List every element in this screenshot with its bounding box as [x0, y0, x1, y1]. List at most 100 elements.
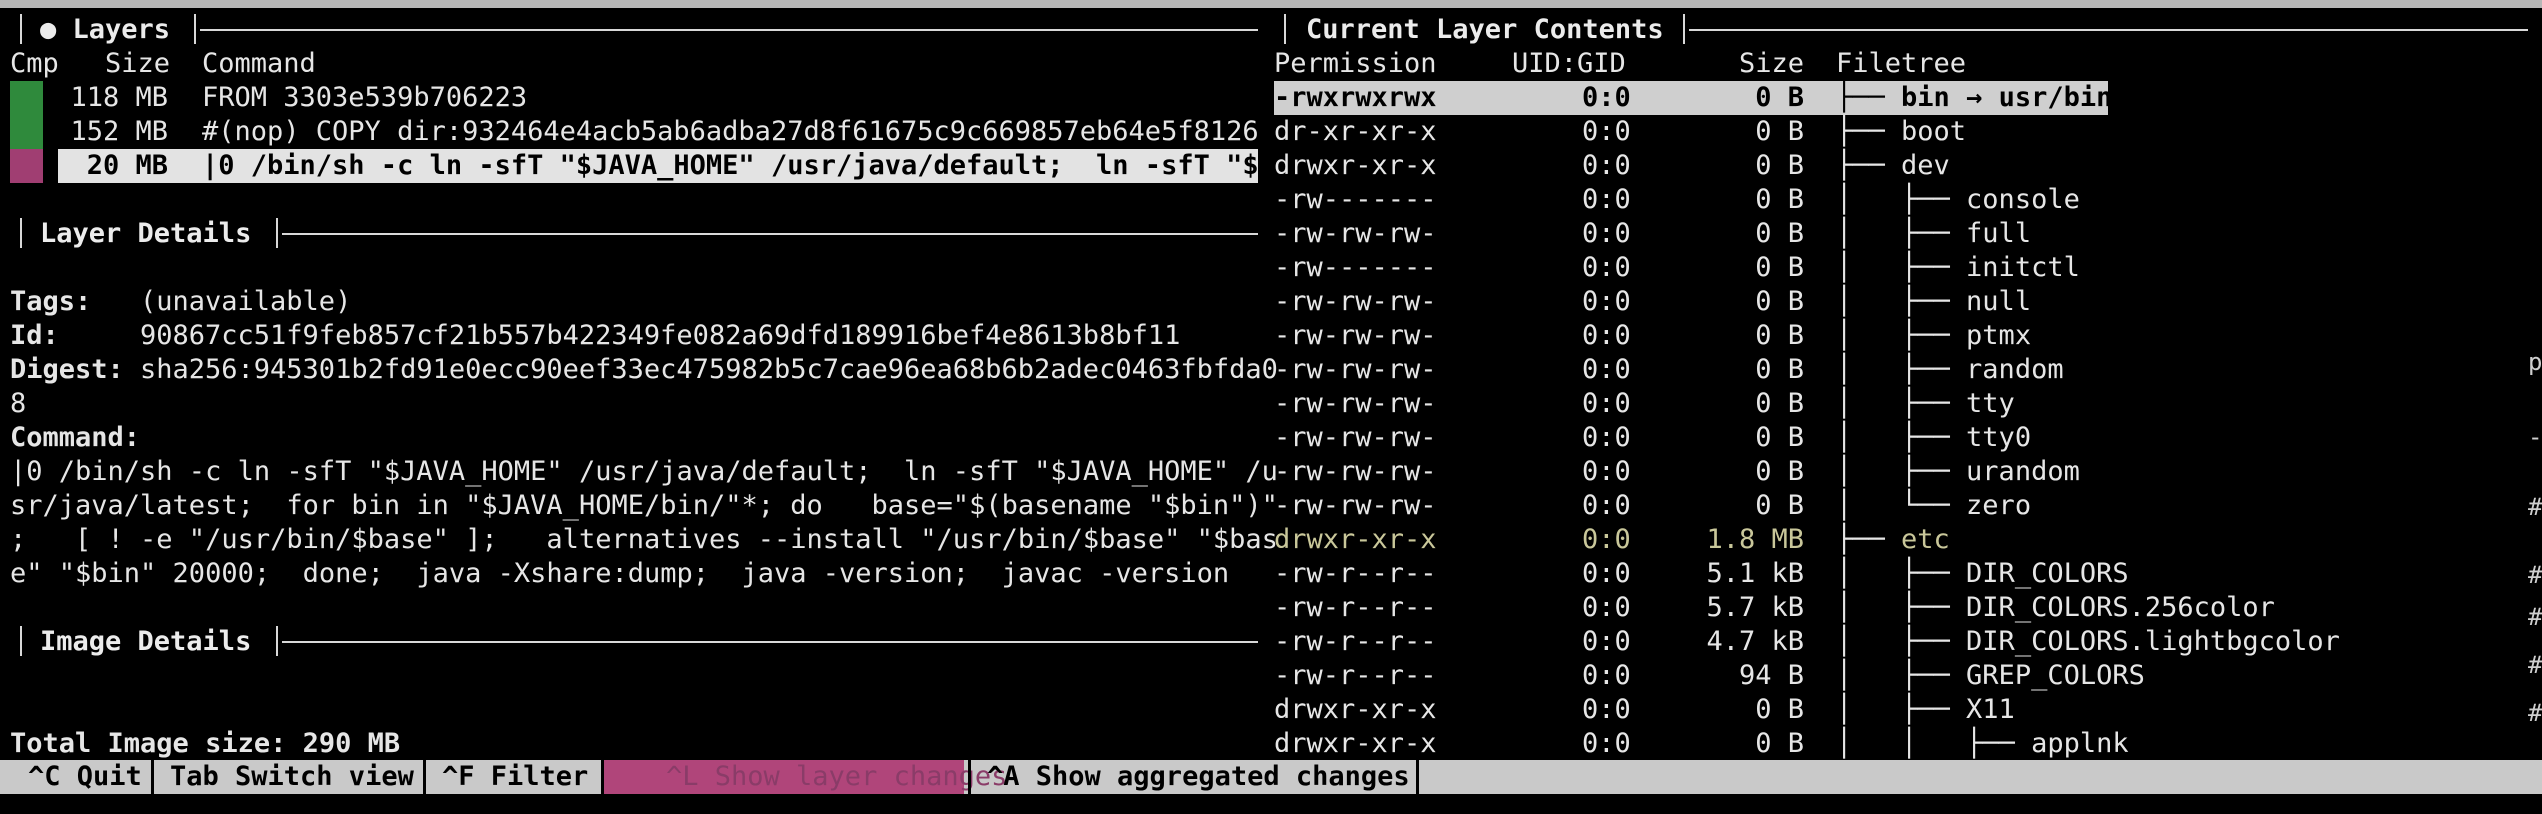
show-layer-changes-keybinding[interactable]: ^L Show layer changes — [604, 760, 1007, 794]
layers-title: ● Layers — [40, 14, 171, 45]
file-name: zero — [1966, 490, 2032, 521]
window-top-edge — [0, 0, 2542, 8]
file-row[interactable]: dr-xr-xr-x 0:0 0 B ├── boot — [0, 115, 2530, 149]
contents-title-left-bar — [1284, 14, 1286, 44]
file-row[interactable]: -rw-r--r-- 0:0 5.1 kB │ ├── DIR_COLORS — [0, 557, 2530, 591]
edge-char: # — [2528, 603, 2542, 631]
file-row[interactable]: -rw-r--r-- 0:0 5.7 kB │ ├── DIR_COLORS.256c… — [0, 591, 2530, 625]
file-row[interactable]: -rw------- 0:0 0 B │ ├── console — [0, 183, 2530, 217]
file-permission: -rw-rw-rw- — [1274, 490, 1437, 521]
file-permission: -rw-rw-rw- — [1274, 320, 1437, 351]
file-tree-entry: ├── dev — [1836, 149, 1950, 183]
file-permission: -rw-rw-rw- — [1274, 354, 1437, 385]
file-size: 4.7 kB — [1706, 626, 1804, 657]
file-name: ptmx — [1966, 320, 2032, 351]
contents-header-filetree: Filetree — [1836, 48, 1967, 79]
file-permission: drwxr-xr-x — [1274, 150, 1437, 181]
switch-view-keybinding[interactable]: Tab Switch view — [154, 760, 424, 794]
file-row[interactable]: -rw-r--r-- 0:0 94 B │ ├── GREP_COLORS — [0, 659, 2530, 693]
file-row[interactable]: -rw-rw-rw- 0:0 0 B │ ├── tty — [0, 387, 2530, 421]
layers-header-command: Command — [202, 48, 316, 79]
layers-header-size: Size — [105, 48, 171, 79]
file-row[interactable]: drwxr-xr-x 0:0 0 B │ ├── X11 — [0, 693, 2530, 727]
tree-guide: │ ├── — [1836, 218, 1967, 249]
file-size: 5.7 kB — [1706, 592, 1804, 623]
file-size: 0 B — [1755, 82, 1804, 113]
tree-guide: │ ├── — [1836, 422, 1967, 453]
file-uid-gid: 0:0 — [1582, 354, 1631, 385]
tree-guide: │ ├── — [1836, 626, 1967, 657]
file-tree-entry: │ ├── ptmx — [1836, 319, 2031, 353]
edge-char: # — [2528, 561, 2542, 589]
file-size: 0 B — [1755, 388, 1804, 419]
file-row[interactable]: -rw-rw-rw- 0:0 0 B │ ├── tty0 — [0, 421, 2530, 455]
file-row[interactable]: -rw-rw-rw- 0:0 0 B │ └── zero — [0, 489, 2530, 523]
file-tree-entry: │ ├── full — [1836, 217, 2031, 251]
file-row[interactable]: drwxr-xr-x 0:0 0 B │ │ ├── applnk — [0, 727, 2530, 761]
tree-guide: ├── — [1836, 82, 1902, 113]
file-size: 0 B — [1755, 116, 1804, 147]
file-size: 94 B — [1738, 660, 1804, 691]
file-row[interactable]: drwxr-xr-x 0:0 0 B ├── dev — [0, 149, 2530, 183]
file-uid-gid: 0:0 — [1582, 218, 1631, 249]
file-tree-entry: │ ├── initctl — [1836, 251, 2080, 285]
file-row[interactable]: -rw-r--r-- 0:0 4.7 kB │ ├── DIR_COLORS.ligh… — [0, 625, 2530, 659]
file-uid-gid: 0:0 — [1582, 320, 1631, 351]
file-row[interactable]: drwxr-xr-x 0:0 1.8 MB ├── etc — [0, 523, 2530, 557]
contents-header-permission: Permission — [1274, 48, 1437, 79]
file-name: DIR_COLORS.lightbgcolor — [1966, 626, 2340, 657]
tree-guide: │ ├── — [1836, 660, 1967, 691]
file-name: console — [1966, 184, 2080, 215]
tree-guide: │ ├── — [1836, 388, 1967, 419]
file-permission: -rw-rw-rw- — [1274, 422, 1437, 453]
file-tree-entry: │ ├── DIR_COLORS — [1836, 557, 2129, 591]
file-uid-gid: 0:0 — [1582, 592, 1631, 623]
file-uid-gid: 0:0 — [1582, 490, 1631, 521]
file-size: 0 B — [1755, 694, 1804, 725]
show-aggregated-changes-keybinding[interactable]: ^A Show aggregated changes — [971, 760, 1422, 794]
file-size: 0 B — [1755, 490, 1804, 521]
file-row[interactable]: -rw------- 0:0 0 B │ ├── initctl — [0, 251, 2530, 285]
contents-title-rule — [1689, 29, 2528, 31]
file-row[interactable]: -rw-rw-rw- 0:0 0 B │ ├── null — [0, 285, 2530, 319]
tree-guide: │ ├── — [1836, 354, 1967, 385]
file-permission: drwxr-xr-x — [1274, 694, 1437, 725]
file-row[interactable]: -rw-rw-rw- 0:0 0 B │ ├── urandom — [0, 455, 2530, 489]
file-size: 0 B — [1755, 150, 1804, 181]
tree-guide: │ │ ├── — [1836, 728, 2032, 759]
file-name: boot — [1901, 116, 1967, 147]
file-tree-entry: │ ├── tty0 — [1836, 421, 2031, 455]
tree-guide: ├── — [1836, 524, 1902, 555]
file-name: etc — [1901, 524, 1950, 555]
file-permission: -rw-rw-rw- — [1274, 286, 1437, 317]
layers-header-cmp: Cmp — [10, 48, 59, 79]
file-row[interactable]: -rwxrwxrwx 0:0 0 B ├── bin → usr/bin — [0, 81, 2530, 115]
edge-char: - — [2528, 423, 2542, 451]
file-size: 0 B — [1755, 728, 1804, 759]
file-tree-entry: │ ├── GREP_COLORS — [1836, 659, 2145, 693]
file-uid-gid: 0:0 — [1582, 252, 1631, 283]
tree-guide: │ ├── — [1836, 252, 1967, 283]
file-tree-entry: │ ├── tty — [1836, 387, 2015, 421]
contents-title-right-bar — [1683, 14, 1685, 44]
file-row[interactable]: -rw-rw-rw- 0:0 0 B │ ├── random — [0, 353, 2530, 387]
layers-title-right-bar — [194, 14, 196, 44]
edge-char: p — [2528, 348, 2542, 376]
tree-guide: │ ├── — [1836, 456, 1967, 487]
tree-guide: │ ├── — [1836, 694, 1967, 725]
file-uid-gid: 0:0 — [1582, 184, 1631, 215]
file-name: full — [1966, 218, 2032, 249]
file-tree-entry: │ └── zero — [1836, 489, 2031, 523]
quit-keybinding[interactable]: ^C Quit — [14, 760, 154, 794]
file-name: initctl — [1966, 252, 2080, 283]
file-name: random — [1966, 354, 2064, 385]
file-name: applnk — [2031, 728, 2129, 759]
file-permission: drwxr-xr-x — [1274, 728, 1437, 759]
file-uid-gid: 0:0 — [1582, 116, 1631, 147]
file-name: DIR_COLORS — [1966, 558, 2129, 589]
filter-keybinding[interactable]: ^F Filter — [426, 760, 598, 794]
file-row[interactable]: -rw-rw-rw- 0:0 0 B │ ├── ptmx — [0, 319, 2530, 353]
file-size: 0 B — [1755, 456, 1804, 487]
file-row[interactable]: -rw-rw-rw- 0:0 0 B │ ├── full — [0, 217, 2530, 251]
file-tree-entry: ├── etc — [1836, 523, 1950, 557]
